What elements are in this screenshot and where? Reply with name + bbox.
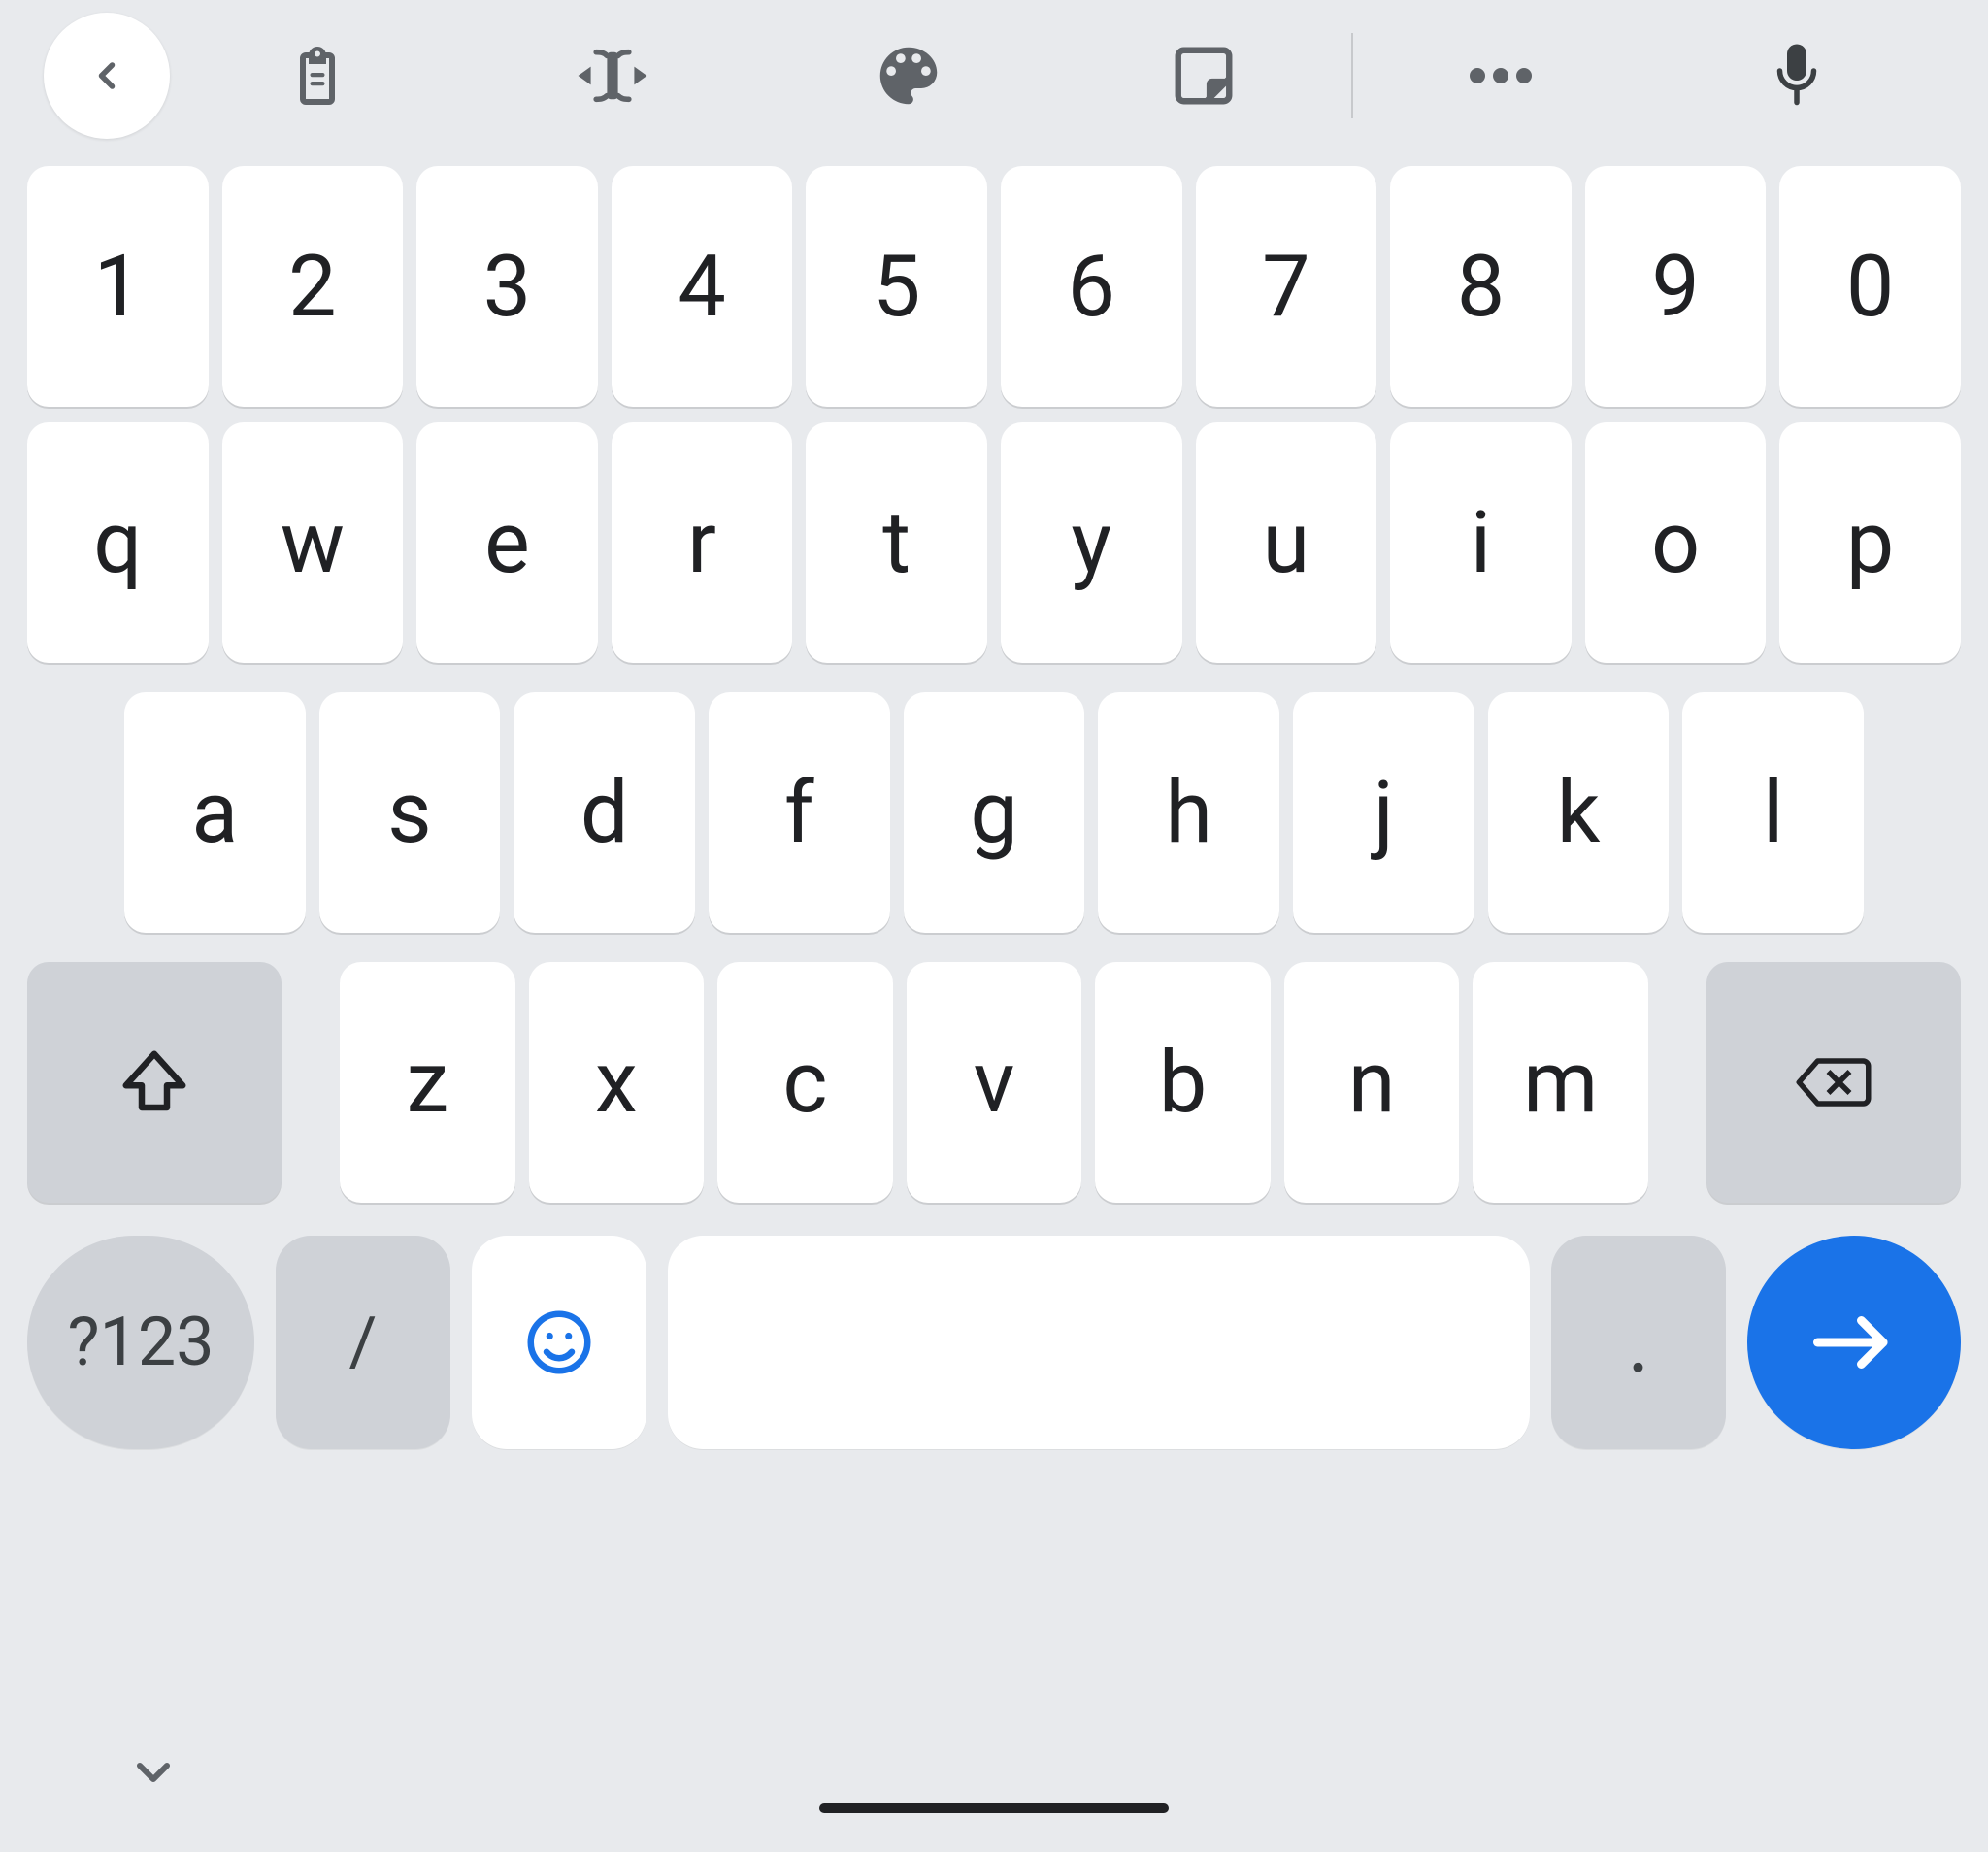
text-cursor-button[interactable] — [465, 0, 760, 150]
key-c[interactable]: c — [717, 962, 893, 1203]
key-v[interactable]: v — [907, 962, 1082, 1203]
key-7[interactable]: 7 — [1196, 166, 1377, 407]
key-2[interactable]: 2 — [222, 166, 404, 407]
key-9[interactable]: 9 — [1585, 166, 1767, 407]
more-horizontal-icon — [1460, 64, 1541, 87]
enter-key[interactable] — [1747, 1236, 1961, 1449]
key-k[interactable]: k — [1488, 692, 1670, 933]
keyboard-toolbar — [0, 0, 1988, 150]
key-l[interactable]: l — [1682, 692, 1864, 933]
key-x[interactable]: x — [529, 962, 705, 1203]
text-cursor-icon — [569, 49, 656, 103]
key-d[interactable]: d — [514, 692, 695, 933]
key-h[interactable]: h — [1098, 692, 1279, 933]
chevron-left-icon — [85, 54, 128, 97]
backspace-key[interactable] — [1706, 962, 1961, 1203]
keyboard-footer — [0, 1697, 1988, 1852]
key-y[interactable]: y — [1001, 422, 1182, 663]
more-button[interactable] — [1353, 0, 1648, 150]
voice-input-button[interactable] — [1649, 0, 1944, 150]
key-f[interactable]: f — [709, 692, 890, 933]
key-p[interactable]: p — [1779, 422, 1961, 663]
key-8[interactable]: 8 — [1390, 166, 1572, 407]
key-1[interactable]: 1 — [27, 166, 209, 407]
key-w[interactable]: w — [222, 422, 404, 663]
keyboard: 1 2 3 4 5 6 7 8 9 0 q w e r t y u i o p … — [0, 166, 1988, 1203]
key-e[interactable]: e — [416, 422, 598, 663]
symbols-key[interactable]: ?123 — [27, 1236, 254, 1449]
slash-key[interactable]: / — [276, 1236, 450, 1449]
key-u[interactable]: u — [1196, 422, 1377, 663]
clipboard-button[interactable] — [170, 0, 465, 150]
key-j[interactable]: j — [1293, 692, 1474, 933]
space-key[interactable] — [668, 1236, 1530, 1449]
shift-icon — [116, 1044, 192, 1120]
key-g[interactable]: g — [904, 692, 1085, 933]
clipboard-icon — [282, 41, 352, 111]
key-o[interactable]: o — [1585, 422, 1767, 663]
key-q[interactable]: q — [27, 422, 209, 663]
key-3[interactable]: 3 — [416, 166, 598, 407]
key-i[interactable]: i — [1390, 422, 1572, 663]
back-button[interactable] — [44, 13, 170, 139]
collapse-keyboard-button[interactable] — [126, 1745, 181, 1803]
letter-row-home: a s d f g h j k l — [27, 692, 1961, 933]
key-m[interactable]: m — [1473, 962, 1648, 1203]
palette-icon — [871, 38, 946, 114]
smiley-icon — [521, 1305, 597, 1380]
key-n[interactable]: n — [1284, 962, 1460, 1203]
shift-key[interactable] — [27, 962, 282, 1203]
sticker-icon — [1170, 42, 1238, 110]
key-z[interactable]: z — [340, 962, 515, 1203]
key-5[interactable]: 5 — [806, 166, 987, 407]
key-s[interactable]: s — [319, 692, 501, 933]
backspace-icon — [1790, 1050, 1877, 1114]
key-t[interactable]: t — [806, 422, 987, 663]
arrow-right-icon — [1810, 1313, 1898, 1372]
keyboard-bottom-bar: ?123 / . — [0, 1236, 1988, 1449]
emoji-key[interactable] — [472, 1236, 646, 1449]
key-0[interactable]: 0 — [1779, 166, 1961, 407]
key-b[interactable]: b — [1095, 962, 1271, 1203]
key-6[interactable]: 6 — [1001, 166, 1182, 407]
theme-button[interactable] — [761, 0, 1056, 150]
chevron-down-icon — [126, 1745, 181, 1800]
home-indicator[interactable] — [819, 1803, 1169, 1813]
sticker-button[interactable] — [1056, 0, 1351, 150]
key-r[interactable]: r — [612, 422, 793, 663]
letter-row-bottom: z x c v b n m — [27, 962, 1961, 1203]
letter-row-top: q w e r t y u i o p — [27, 422, 1961, 663]
period-key[interactable]: . — [1551, 1236, 1726, 1449]
mic-icon — [1768, 38, 1826, 114]
key-4[interactable]: 4 — [612, 166, 793, 407]
key-a[interactable]: a — [124, 692, 306, 933]
number-row: 1 2 3 4 5 6 7 8 9 0 — [27, 166, 1961, 407]
